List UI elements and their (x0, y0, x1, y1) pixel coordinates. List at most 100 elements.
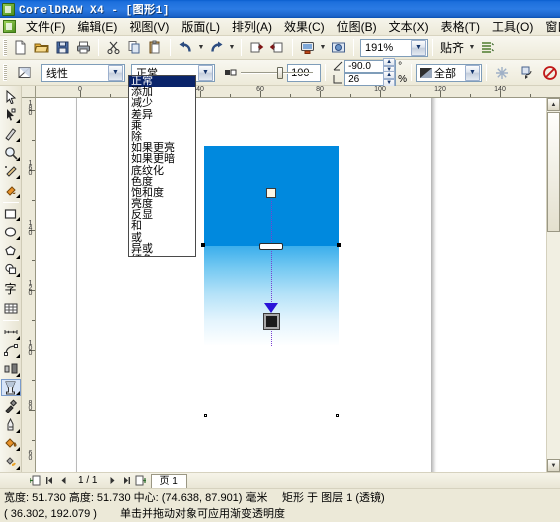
drawing-canvas[interactable] (36, 98, 546, 472)
import-button[interactable] (246, 38, 267, 58)
dropdown-item-if-darker[interactable]: 如果更暗 (129, 154, 195, 165)
ellipse-tool[interactable] (1, 223, 21, 241)
merge-mode-arrow[interactable]: ▼ (198, 65, 213, 81)
flyout-arrow[interactable] (16, 236, 20, 240)
selection-handle-left[interactable] (201, 243, 205, 247)
flyout-arrow[interactable] (16, 410, 20, 414)
zoom-dropdown-arrow[interactable]: ▼ (411, 40, 426, 56)
smart-fill-tool[interactable] (1, 181, 21, 199)
application-launcher-button[interactable] (297, 38, 318, 58)
polygon-tool[interactable] (1, 242, 21, 260)
last-page-button[interactable] (119, 474, 133, 487)
transparency-target-arrow[interactable]: ▼ (465, 65, 480, 81)
gradient-control-line[interactable] (271, 246, 272, 346)
transparency-type-combo[interactable]: 线性 ▼ (41, 64, 125, 82)
crop-tool[interactable] (1, 125, 21, 143)
ruler-corner[interactable] (22, 86, 36, 98)
transparency-target-combo[interactable]: 全部 ▼ (416, 64, 482, 82)
interactive-fill-tool[interactable] (1, 453, 21, 471)
copy-transparency-button[interactable] (518, 63, 539, 83)
property-bar-grip[interactable] (3, 64, 7, 81)
flyout-arrow[interactable] (16, 354, 20, 358)
prev-page-button[interactable] (56, 474, 70, 487)
pick-tool[interactable] (1, 88, 21, 106)
flyout-arrow[interactable] (16, 255, 20, 259)
transparency-slider[interactable] (241, 66, 283, 80)
undo-button[interactable] (175, 38, 196, 58)
first-page-button[interactable] (42, 474, 56, 487)
horizontal-ruler[interactable]: 0 20 40 60 80 100 120 140 (36, 86, 560, 98)
rectangle-tool[interactable] (1, 205, 21, 223)
basic-shapes-tool[interactable] (1, 261, 21, 279)
table-tool[interactable] (1, 299, 21, 317)
slider-thumb[interactable] (277, 67, 283, 79)
scroll-up-button[interactable]: ▲ (547, 98, 560, 111)
save-document-button[interactable] (52, 38, 73, 58)
export-button[interactable] (267, 38, 288, 58)
zoom-level-combo[interactable]: 191% ▼ (360, 39, 428, 57)
flyout-arrow[interactable] (16, 157, 20, 161)
cut-button[interactable] (103, 38, 124, 58)
gradient-control-line-upper[interactable] (271, 193, 272, 246)
launcher-dropdown-arrow[interactable]: ▼ (318, 38, 328, 58)
zoom-tool[interactable] (1, 144, 21, 162)
append-page-button[interactable] (133, 474, 147, 487)
flyout-arrow[interactable] (16, 217, 20, 221)
gradient-start-node[interactable] (266, 188, 276, 198)
selected-rectangle-object[interactable] (204, 146, 339, 346)
edge-pad-field[interactable]: 26 ▲▼ (344, 73, 396, 86)
menu-window[interactable]: 窗口(W) (539, 18, 560, 36)
copy-button[interactable] (124, 38, 145, 58)
object-node-left[interactable] (204, 414, 207, 417)
dropdown-item-subtract[interactable]: 减少 (129, 98, 195, 109)
options-button[interactable] (477, 38, 498, 58)
gradient-midpoint-node[interactable] (259, 243, 283, 250)
dropdown-item-texturize[interactable]: 底纹化 (129, 166, 195, 177)
vertical-scrollbar[interactable]: ▲ ▼ (546, 98, 560, 472)
menu-arrange[interactable]: 排列(A) (226, 18, 278, 36)
new-document-button[interactable] (10, 38, 31, 58)
flyout-arrow[interactable] (16, 429, 20, 433)
edge-pad-spinner[interactable]: ▲▼ (383, 71, 395, 87)
object-node-right[interactable] (336, 414, 339, 417)
clear-transparency-button[interactable] (539, 63, 560, 83)
flyout-arrow[interactable] (16, 273, 20, 277)
flyout-arrow[interactable] (16, 194, 20, 198)
paste-button[interactable] (145, 38, 166, 58)
menu-table[interactable]: 表格(T) (435, 18, 486, 36)
menu-effects[interactable]: 效果(C) (278, 18, 331, 36)
flyout-arrow[interactable] (16, 466, 20, 470)
merge-mode-dropdown-list[interactable]: 正常 添加 减少 差异 乘 除 如果更亮 如果更暗 底纹化 色度 饱和度 亮度 … (128, 75, 196, 257)
menu-tools[interactable]: 工具(O) (486, 18, 539, 36)
selection-handle-right[interactable] (337, 243, 341, 247)
scroll-down-button[interactable]: ▼ (547, 459, 560, 472)
snap-dropdown-arrow[interactable]: ▼ (467, 38, 477, 58)
dropdown-item-and[interactable]: 和 (129, 221, 195, 232)
transparency-type-arrow[interactable]: ▼ (108, 65, 123, 81)
transparency-tool[interactable] (1, 379, 21, 397)
eyedropper-tool[interactable] (1, 397, 21, 415)
menu-bitmaps[interactable]: 位图(B) (331, 18, 383, 36)
add-page-button[interactable] (28, 474, 42, 487)
connector-tool[interactable] (1, 342, 21, 360)
print-button[interactable] (73, 38, 94, 58)
open-document-button[interactable] (31, 38, 52, 58)
flyout-arrow[interactable] (16, 447, 20, 451)
dimension-tool[interactable] (1, 323, 21, 341)
next-page-button[interactable] (105, 474, 119, 487)
flyout-arrow[interactable] (16, 336, 20, 340)
undo-dropdown-arrow[interactable]: ▼ (196, 38, 206, 58)
freehand-tool[interactable] (1, 163, 21, 181)
transparency-type-button[interactable] (14, 63, 35, 83)
freeze-transparency-button[interactable] (491, 63, 512, 83)
flyout-arrow[interactable] (16, 175, 20, 179)
text-tool[interactable]: 字 (1, 279, 21, 298)
blend-tool[interactable] (1, 360, 21, 378)
toolbar-grip[interactable] (3, 39, 7, 56)
vertical-scroll-thumb[interactable] (547, 112, 560, 232)
shape-tool[interactable] (1, 107, 21, 125)
snap-label[interactable]: 贴齐 (437, 39, 467, 56)
menu-edit[interactable]: 编辑(E) (71, 18, 123, 36)
flyout-arrow[interactable] (16, 391, 20, 395)
menu-text[interactable]: 文本(X) (383, 18, 435, 36)
